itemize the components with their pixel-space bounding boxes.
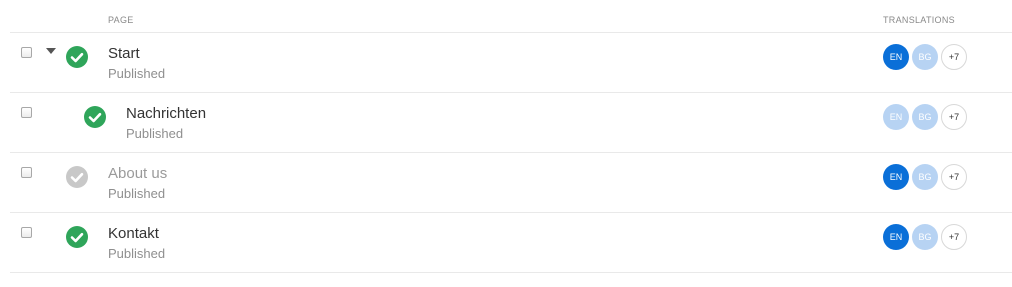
table-row[interactable]: Start Published EN BG +7 bbox=[10, 33, 1012, 93]
expand-toggle-icon[interactable] bbox=[46, 48, 56, 54]
language-badge-en[interactable]: EN bbox=[883, 164, 909, 190]
unpublished-status-icon bbox=[66, 166, 88, 188]
published-status-icon bbox=[66, 46, 88, 68]
column-header-page: PAGE bbox=[108, 15, 134, 25]
page-status-text: Published bbox=[126, 126, 184, 141]
page-status-text: Published bbox=[108, 246, 166, 261]
table-row[interactable]: About us Published EN BG +7 bbox=[10, 153, 1012, 213]
table-header: PAGE TRANSLATIONS bbox=[10, 0, 1012, 33]
language-badge-bg[interactable]: BG bbox=[912, 164, 938, 190]
language-badge-en[interactable]: EN bbox=[883, 44, 909, 70]
check-icon bbox=[88, 112, 102, 123]
published-status-icon bbox=[66, 226, 88, 248]
more-languages-badge[interactable]: +7 bbox=[941, 104, 967, 130]
more-languages-badge[interactable]: +7 bbox=[941, 164, 967, 190]
language-badge-en[interactable]: EN bbox=[883, 104, 909, 130]
row-select-checkbox[interactable] bbox=[21, 167, 32, 178]
language-badge-en[interactable]: EN bbox=[883, 224, 909, 250]
language-badge-bg[interactable]: BG bbox=[912, 104, 938, 130]
page-title-link[interactable]: Nachrichten bbox=[126, 105, 206, 122]
check-icon bbox=[70, 52, 84, 63]
published-status-icon bbox=[84, 106, 106, 128]
check-icon bbox=[70, 172, 84, 183]
page-title-link[interactable]: Kontakt bbox=[108, 225, 159, 242]
page-status-text: Published bbox=[108, 186, 166, 201]
more-languages-badge[interactable]: +7 bbox=[941, 44, 967, 70]
check-icon bbox=[70, 232, 84, 243]
row-select-checkbox[interactable] bbox=[21, 227, 32, 238]
row-select-checkbox[interactable] bbox=[21, 47, 32, 58]
language-badge-bg[interactable]: BG bbox=[912, 44, 938, 70]
row-select-checkbox[interactable] bbox=[21, 107, 32, 118]
column-header-translations: TRANSLATIONS bbox=[883, 15, 955, 25]
page-title-link[interactable]: Start bbox=[108, 45, 140, 62]
pages-table: PAGE TRANSLATIONS Start Published EN BG … bbox=[0, 0, 1012, 287]
language-badge-bg[interactable]: BG bbox=[912, 224, 938, 250]
page-status-text: Published bbox=[108, 66, 166, 81]
more-languages-badge[interactable]: +7 bbox=[941, 224, 967, 250]
table-row[interactable]: Kontakt Published EN BG +7 bbox=[10, 213, 1012, 273]
table-row[interactable]: Nachrichten Published EN BG +7 bbox=[10, 93, 1012, 153]
page-title-link[interactable]: About us bbox=[108, 165, 167, 182]
